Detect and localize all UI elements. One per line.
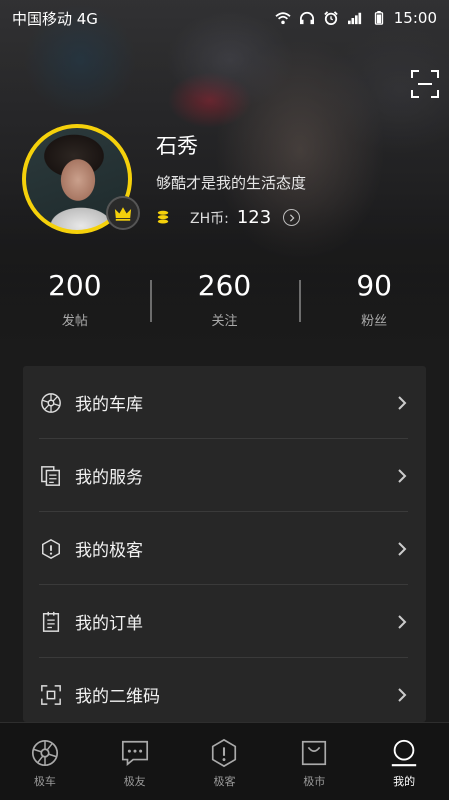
signal-icon: [347, 12, 361, 25]
battery-icon: [374, 11, 383, 25]
stat-label: 粉丝: [361, 314, 388, 329]
stat-following[interactable]: 260 关注: [149, 268, 300, 334]
coin-label: ZH币:: [190, 210, 229, 227]
stat-label: 发帖: [61, 314, 88, 329]
hexagon-info-icon: [39, 537, 63, 561]
status-icons: 15:00: [274, 9, 437, 27]
tab-cars[interactable]: 极车: [0, 723, 90, 800]
clock: 15:00: [393, 9, 437, 27]
tab-friends[interactable]: 极友: [90, 723, 180, 800]
tab-mine[interactable]: 我的: [359, 723, 449, 800]
stat-followers[interactable]: 90 粉丝: [299, 268, 449, 334]
menu-item-orders[interactable]: 我的订单: [23, 585, 426, 658]
documents-icon: [39, 464, 63, 488]
profile-bio: 够酷才是我的生活态度: [156, 174, 307, 192]
hexagon-info-icon: [208, 737, 240, 769]
menu-item-garage[interactable]: 我的车库: [23, 366, 426, 439]
stat-value: 90: [356, 269, 392, 302]
chevron-right-icon: [398, 687, 407, 702]
stat-value: 260: [197, 269, 252, 302]
wheel-icon: [29, 737, 61, 769]
stat-value: 200: [48, 269, 102, 302]
chat-bubble-icon: [119, 737, 151, 769]
status-bar: 中国移动 4G 15:00: [0, 0, 449, 36]
chevron-right-icon: [398, 395, 407, 410]
chevron-right-icon: [398, 541, 407, 556]
menu-item-label: 我的车库: [75, 395, 143, 415]
stat-posts[interactable]: 200 发帖: [0, 268, 150, 334]
alarm-icon: [324, 11, 338, 25]
chevron-right-circle-icon[interactable]: [283, 209, 301, 226]
carrier-label: 中国移动 4G: [12, 9, 98, 28]
menu-list: 我的车库 我的服务 我的极客 我的订单 我的二维码: [23, 366, 426, 722]
scan-icon[interactable]: [409, 68, 441, 100]
stat-label: 关注: [211, 314, 238, 329]
wifi-icon: [275, 12, 291, 25]
menu-item-label: 我的服务: [75, 468, 143, 488]
tab-label: 极车: [33, 775, 56, 788]
crown-icon: [114, 206, 132, 221]
tab-label: 极友: [123, 775, 146, 788]
qr-frame-icon: [39, 683, 63, 707]
headphones-icon: [299, 11, 314, 25]
profile-stats: 200 发帖 260 关注 90 粉丝: [0, 268, 449, 334]
person-icon: [388, 737, 420, 769]
profile-name: 石秀: [156, 134, 198, 158]
menu-item-label: 我的极客: [75, 541, 143, 561]
shopping-bag-icon: [298, 737, 330, 769]
menu-item-label: 我的二维码: [75, 687, 160, 707]
clipboard-icon: [39, 610, 63, 634]
avatar-container[interactable]: [22, 124, 140, 234]
menu-item-qrcode[interactable]: 我的二维码: [23, 658, 426, 722]
vip-badge: [106, 196, 140, 230]
coin-value: 123: [236, 207, 272, 228]
tab-label: 我的: [393, 775, 416, 788]
menu-item-services[interactable]: 我的服务: [23, 439, 426, 512]
tab-geek[interactable]: 极客: [180, 723, 270, 800]
tab-label: 极客: [213, 775, 236, 788]
coin-balance[interactable]: ZH币: 123: [156, 207, 301, 228]
chevron-right-icon: [398, 468, 407, 483]
wheel-icon: [39, 391, 63, 415]
tab-market[interactable]: 极市: [269, 723, 359, 800]
menu-item-geek[interactable]: 我的极客: [23, 512, 426, 585]
menu-item-label: 我的订单: [75, 614, 143, 634]
bottom-tab-bar: 极车 极友 极客 极市 我的: [0, 722, 449, 800]
tab-label: 极市: [303, 775, 326, 788]
chevron-right-icon: [398, 614, 407, 629]
coins-icon: [157, 210, 169, 224]
